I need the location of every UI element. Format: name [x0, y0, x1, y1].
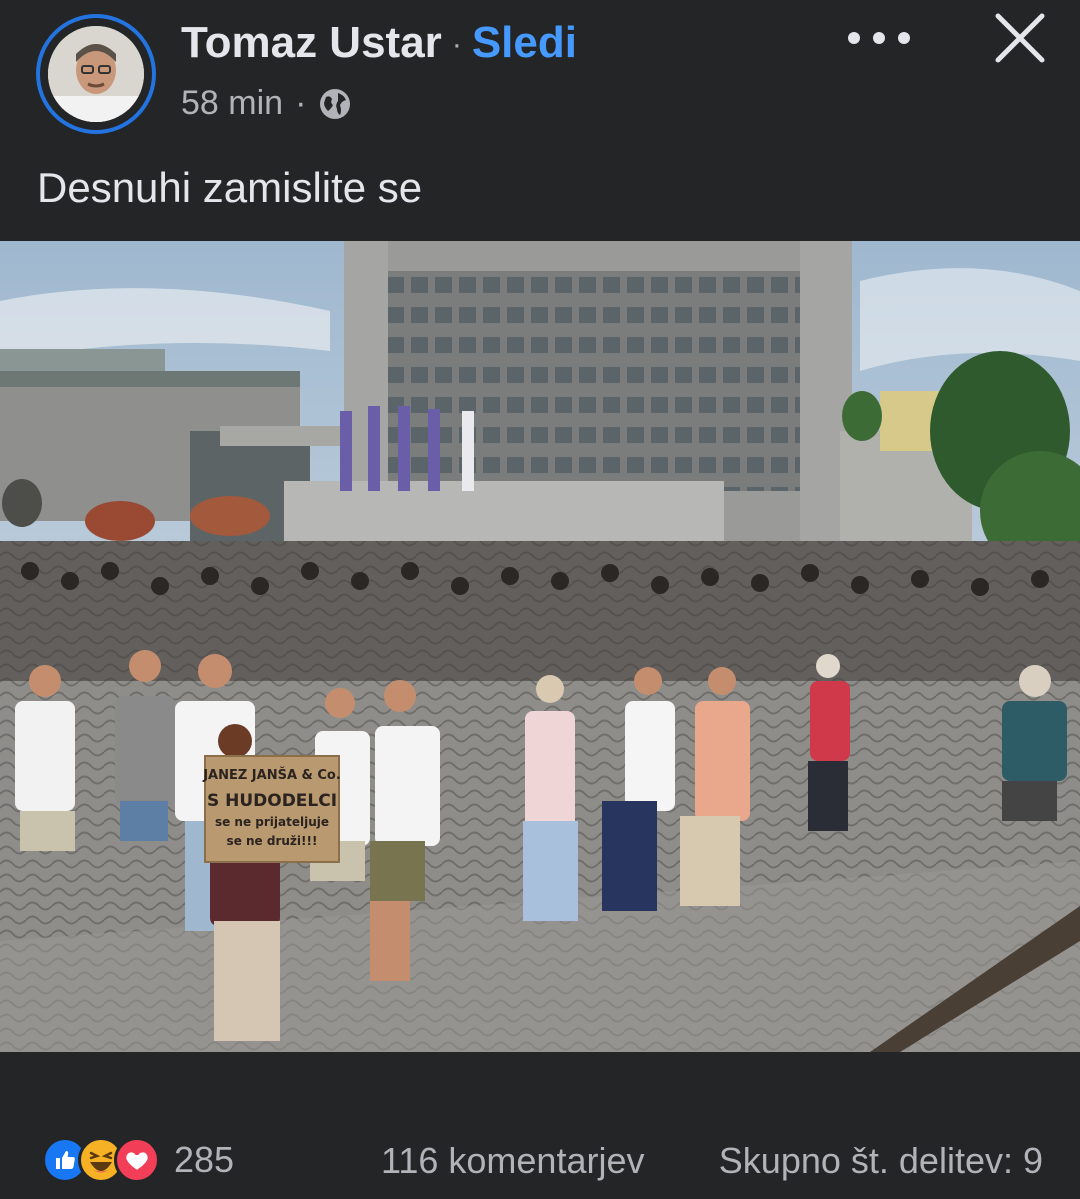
globe-icon [320, 88, 351, 119]
sign-line-4: se ne druži!!! [227, 834, 318, 848]
post-text: Desnuhi zamislite se [37, 164, 423, 211]
reactions-summary[interactable]: 285 [42, 1136, 234, 1184]
post-footer: 285 116 komentarjev Skupno št. delitev: … [0, 1052, 1080, 1199]
author-name[interactable]: Tomaz Ustar [181, 18, 442, 67]
post-time[interactable]: 58 min [181, 84, 283, 123]
shares-count-link[interactable]: Skupno št. delitev: 9 [719, 1140, 1043, 1182]
follow-button[interactable]: Sledi [472, 18, 577, 67]
sign-line-3: se ne prijateljuje [215, 815, 329, 829]
meta-separator: · [295, 84, 307, 122]
avatar[interactable] [36, 14, 156, 134]
author-line: Tomaz Ustar · Sledi [181, 18, 577, 68]
separator: · [451, 28, 462, 62]
avatar-image [48, 26, 144, 122]
post-header: Tomaz Ustar · Sledi 58 min · Desnuhi zamis… [0, 0, 1080, 240]
sign-line-2: S HUDODELCI [207, 791, 337, 811]
post-photo[interactable]: JANEZ JANŠA & Co. S HUDODELCI se ne prij… [0, 241, 1080, 1052]
sign-line-1: JANEZ JANŠA & Co. [202, 767, 341, 783]
comments-count-link[interactable]: 116 komentarjev [381, 1140, 644, 1182]
reaction-count: 285 [174, 1139, 235, 1180]
close-icon[interactable] [994, 12, 1046, 64]
love-icon [114, 1137, 160, 1183]
post-meta: 58 min · [181, 84, 352, 123]
more-options-icon[interactable] [848, 18, 910, 58]
